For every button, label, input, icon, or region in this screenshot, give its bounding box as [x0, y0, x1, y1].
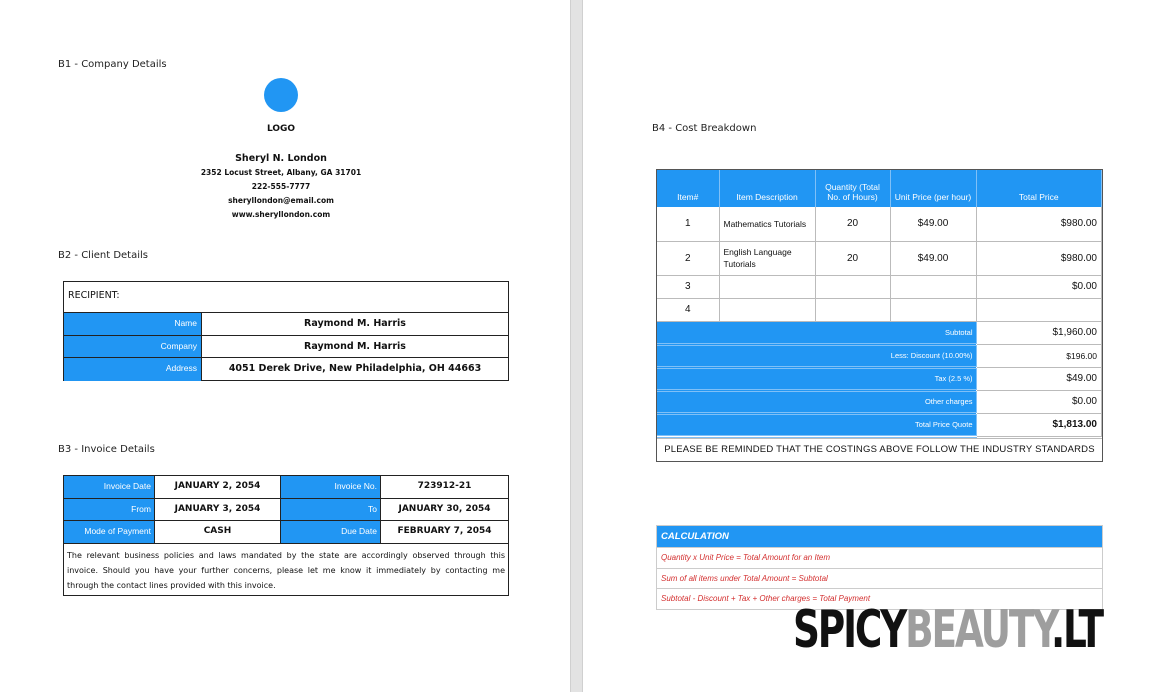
summary-row-subtotal: Subtotal $1,960.00: [657, 321, 1102, 346]
item-num: 2: [657, 241, 720, 276]
invoice-row: Invoice Date JANUARY 2, 2054 Invoice No.…: [64, 476, 508, 499]
calculation-title: CALCULATION: [657, 526, 1102, 547]
company-email: sheryllondon@email.com: [228, 196, 334, 205]
section-label-b3: B3 - Invoice Details: [58, 444, 155, 455]
logo-circle-icon: [264, 78, 298, 112]
item-description: [719, 298, 816, 322]
company-address: 2352 Locust Street, Albany, GA 31701: [200, 168, 362, 177]
table-row: 3 $0.00: [657, 275, 1102, 299]
client-value: Raymond M. Harris: [304, 318, 406, 329]
invoice-label: From: [64, 498, 155, 520]
invoice-label: To: [281, 498, 381, 520]
item-total: $980.00: [976, 241, 1102, 276]
summary-value: $49.00: [976, 367, 1102, 391]
invoice-details-table: Invoice Date JANUARY 2, 2054 Invoice No.…: [63, 475, 509, 596]
item-unit-price: $49.00: [890, 241, 977, 276]
summary-row-discount: Less: Discount (10.00%) $196.00: [657, 344, 1102, 369]
item-qty: 20: [815, 207, 891, 242]
client-value: Raymond M. Harris: [304, 340, 406, 352]
item-description: English Language Tutorials: [719, 241, 816, 276]
summary-value: $1,960.00: [976, 321, 1102, 345]
section-label-b2: B2 - Client Details: [58, 250, 148, 261]
table-row: 2 English Language Tutorials 20 $49.00 $…: [657, 241, 1102, 276]
item-num: 1: [657, 207, 720, 242]
header-unit-price: Unit Price (per hour): [890, 170, 977, 207]
section-label-b1: B1 - Company Details: [58, 59, 167, 70]
invoice-value: JANUARY 2, 2054: [155, 476, 281, 498]
summary-label: Tax (2.5 %): [657, 367, 977, 392]
invoice-row: Mode of Payment CASH Due Date FEBRUARY 7…: [64, 521, 508, 544]
table-row: 4: [657, 298, 1102, 322]
table-row: 1 Mathematics Tutorials 20 $49.00 $980.0…: [657, 207, 1102, 242]
company-website: www.sheryllondon.com: [231, 210, 331, 219]
calculation-box: CALCULATION Quantity x Unit Price = Tota…: [656, 525, 1103, 610]
company-name: Sheryl N. London: [235, 153, 327, 164]
calculation-row: Quantity x Unit Price = Total Amount for…: [657, 547, 1102, 568]
header-item-description: Item Description: [719, 170, 816, 207]
summary-label: Less: Discount (10.00%): [657, 344, 977, 369]
watermark: SPICYBEAUTY.LT: [793, 600, 1104, 660]
industry-notice: PLEASE BE REMINDED THAT THE COSTINGS ABO…: [657, 437, 1102, 461]
summary-row-total: Total Price Quote $1,813.00: [657, 413, 1102, 438]
client-details-table: RECIPIENT: Name Raymond M. Harris Compan…: [63, 281, 509, 381]
client-label: Address: [64, 358, 202, 381]
invoice-value: FEBRUARY 7, 2054: [397, 526, 492, 536]
invoice-value: JANUARY 30, 2054: [398, 503, 491, 514]
section-label-b4: B4 - Cost Breakdown: [652, 123, 757, 134]
logo-text: LOGO: [266, 124, 296, 134]
header-quantity: Quantity (Total No. of Hours): [815, 170, 891, 207]
client-row-company: Company Raymond M. Harris: [64, 335, 508, 358]
invoice-row: From JANUARY 3, 2054 To JANUARY 30, 2054: [64, 498, 508, 521]
cost-breakdown-table: Item# Item Description Quantity (Total N…: [656, 169, 1103, 462]
summary-label: Other charges: [657, 390, 977, 415]
client-label: Name: [64, 313, 202, 335]
item-description: Mathematics Tutorials: [719, 207, 816, 242]
item-total: [976, 298, 1102, 322]
cost-header-row: Item# Item Description Quantity (Total N…: [657, 170, 1102, 207]
item-unit-price: [890, 298, 977, 322]
client-value: 4051 Derek Drive, New Philadelphia, OH 4…: [228, 363, 482, 374]
page-gutter: [570, 0, 583, 692]
summary-row-tax: Tax (2.5 %) $49.00: [657, 367, 1102, 392]
item-num: 4: [657, 298, 720, 322]
item-num: 3: [657, 275, 720, 299]
client-row-name: Name Raymond M. Harris: [64, 313, 508, 336]
summary-label: Total Price Quote: [657, 413, 977, 438]
item-description: [719, 275, 816, 299]
company-phone: 222-555-7777: [251, 182, 311, 191]
header-total-price: Total Price: [976, 170, 1102, 207]
watermark-part-2: BEAUTY: [905, 600, 1053, 660]
summary-value: $196.00: [976, 344, 1102, 368]
invoice-label: Invoice Date: [64, 476, 155, 498]
summary-value: $0.00: [976, 390, 1102, 414]
summary-row-other-charges: Other charges $0.00: [657, 390, 1102, 415]
company-details: Sheryl N. London 2352 Locust Street, Alb…: [171, 152, 391, 222]
item-qty: [815, 275, 891, 299]
watermark-part-1: SPICY: [793, 600, 907, 660]
item-qty: 20: [815, 241, 891, 276]
client-label: Company: [64, 335, 202, 357]
recipient-label: RECIPIENT:: [64, 282, 508, 313]
item-unit-price: $49.00: [890, 207, 977, 242]
invoice-label: Due Date: [281, 521, 381, 543]
invoice-label: Invoice No.: [281, 476, 381, 498]
calculation-row: Sum of all items under Total Amount = Su…: [657, 567, 1102, 589]
invoice-value: CASH: [155, 521, 281, 543]
invoice-value: 723912-21: [417, 481, 472, 491]
item-total: $980.00: [976, 207, 1102, 242]
item-total: $0.00: [976, 275, 1102, 299]
invoice-label: Mode of Payment: [64, 521, 155, 543]
header-item-num: Item#: [657, 170, 720, 207]
client-row-address: Address 4051 Derek Drive, New Philadelph…: [64, 358, 508, 381]
item-qty: [815, 298, 891, 322]
item-unit-price: [890, 275, 977, 299]
watermark-part-3: .LT: [1050, 600, 1104, 660]
invoice-note: The relevant business policies and laws …: [67, 550, 505, 590]
summary-label: Subtotal: [657, 321, 977, 346]
invoice-value: JANUARY 3, 2054: [155, 498, 281, 520]
summary-value: $1,813.00: [976, 413, 1102, 437]
